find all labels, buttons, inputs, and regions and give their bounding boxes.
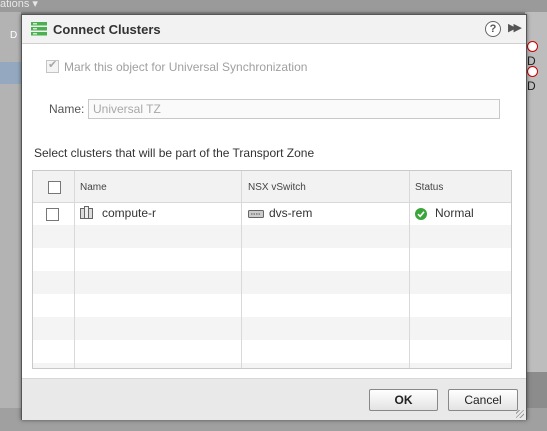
empty-row [33,225,511,248]
background-toolbar: ations ▾ [0,0,547,12]
table-header: Name NSX vSwitch Status [33,171,511,203]
name-label: Name: [49,102,85,116]
status-ok-icon [415,208,427,220]
column-divider [74,171,75,368]
column-divider [241,171,242,368]
dialog-titlebar[interactable]: Connect Clusters ? ▶▶ [22,15,526,44]
background-left-text: D [10,30,18,41]
universal-sync-checkbox [46,58,59,73]
expand-icon[interactable]: ▶▶ [508,21,522,34]
select-all-checkbox[interactable] [48,181,61,194]
column-header-name[interactable]: Name [80,182,107,193]
empty-row [33,294,511,317]
dialog-title: Connect Clusters [53,22,161,37]
vswitch-icon [248,210,264,218]
clusters-table: Name NSX vSwitch Status compute-r dvs-re… [32,170,512,369]
universal-sync-label: Mark this object for Universal Synchroni… [64,60,308,74]
column-divider [409,171,410,368]
cluster-icon [31,22,47,36]
background-selected-row [0,62,21,84]
cluster-vswitch: dvs-rem [269,206,313,220]
empty-row [33,248,511,271]
error-icon [527,41,538,52]
row-checkbox[interactable] [46,208,59,221]
host-cluster-icon [80,206,93,219]
background-right-item: D [527,40,547,68]
connect-clusters-dialog: Connect Clusters ? ▶▶ Mark this object f… [21,14,527,420]
help-icon[interactable]: ? [485,21,501,37]
cluster-name: compute-r [102,206,157,220]
column-header-status[interactable]: Status [415,182,443,193]
dialog-footer: OK Cancel [22,378,526,420]
cancel-button[interactable]: Cancel [448,389,518,411]
empty-row [33,363,511,368]
resize-handle[interactable] [516,410,524,418]
background-actions-text: ations ▾ [0,0,38,10]
name-field[interactable]: Universal TZ [88,99,500,119]
universal-sync-option: Mark this object for Universal Synchroni… [46,58,308,74]
background-left-panel: D [0,12,21,408]
table-row[interactable]: compute-r dvs-rem Normal [33,202,511,225]
empty-row [33,340,511,363]
error-icon [527,66,538,77]
background-right-item: D [527,65,547,93]
column-header-nsx-vswitch[interactable]: NSX vSwitch [248,182,306,193]
empty-row [33,317,511,340]
cluster-status: Normal [435,206,474,220]
instruction-text: Select clusters that will be part of the… [34,146,315,160]
ok-button[interactable]: OK [369,389,438,411]
empty-row [33,271,511,294]
background-right-panel: D D [525,12,547,372]
